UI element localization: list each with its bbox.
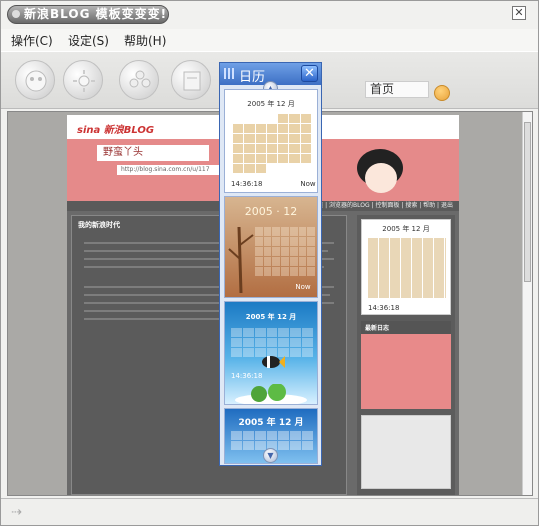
status-arrow-icon: ⇢ <box>11 505 22 520</box>
frame-tool-button[interactable] <box>171 60 211 100</box>
scroll-down-arrow-icon[interactable]: ▼ <box>263 448 278 463</box>
cartoon-face <box>365 163 397 193</box>
sidebar-news: 最新日志 <box>361 321 451 409</box>
menu-settings[interactable]: 设定(S) <box>68 32 109 49</box>
flower-icon <box>129 70 151 88</box>
go-icon[interactable] <box>434 85 450 101</box>
tree-icon <box>228 226 254 294</box>
fish-icon <box>262 356 285 368</box>
card1-grid <box>233 114 311 173</box>
card2-header: 2005 · 12 <box>244 205 298 218</box>
popup-title: 日历 <box>239 70 266 85</box>
window-title: 新浪BLOG 模板变变变! <box>7 5 169 24</box>
calendar-template-1[interactable]: 2005 年 12 月 14:36:18 Now <box>224 89 318 193</box>
card1-label: Now <box>300 180 316 188</box>
menu-bar: 操作(C) 设定(S) 帮助(H) <box>1 29 538 51</box>
island-icon <box>235 384 307 404</box>
sidebar-cal-header: 2005 年 12 月 <box>382 225 430 233</box>
card2-label: Now <box>295 283 311 291</box>
sun-icon <box>73 70 95 92</box>
sidebar-cal-time: 14:36:18 <box>368 304 400 312</box>
sun-tool-button[interactable] <box>63 60 103 100</box>
menu-help[interactable]: 帮助(H) <box>124 32 166 49</box>
status-bar: ⇢ <box>1 498 538 525</box>
music-player[interactable] <box>361 415 451 489</box>
face-icon <box>25 70 47 92</box>
flower-tool-button[interactable] <box>119 60 159 100</box>
window-close-button[interactable]: ✕ <box>512 6 526 20</box>
card4-header: 2005 年 12 月 <box>238 418 304 428</box>
news-title: 最新日志 <box>361 321 451 334</box>
card4-grid <box>231 431 313 450</box>
menu-operate[interactable]: 操作(C) <box>11 32 53 49</box>
sidebar-calendar: 2005 年 12 月 14:36:18 <box>361 219 451 315</box>
card3-grid <box>231 328 313 357</box>
card1-header: 2005 年 12 月 <box>247 100 295 108</box>
card3-time: 14:36:18 <box>231 372 263 380</box>
card1-time: 14:36:18 <box>231 180 263 188</box>
calendar-template-2[interactable]: 2005 · 12 Now <box>224 196 318 298</box>
app-window: 新浪BLOG 模板变变变! ✕ 操作(C) 设定(S) 帮助(H) 首页 sin… <box>0 0 539 526</box>
blog-name: 野蛮丫头 <box>97 145 209 161</box>
blog-url: http://blog.sina.com.cn/u/117 <box>117 165 229 175</box>
card3-header: 2005 年 12 月 <box>245 313 297 321</box>
frame-icon <box>183 71 201 91</box>
calendar-popup: 日历 ✕ ▲ 2005 年 12 月 14:36:18 Now 2005 · 1… <box>219 62 322 466</box>
calendar-template-3[interactable]: 2005 年 12 月 14:36:18 <box>224 301 318 405</box>
address-field[interactable]: 首页 <box>365 81 429 98</box>
blog-sidebar: 2005 年 12 月 14:36:18 最新日志 <box>357 215 455 495</box>
popup-close-button[interactable]: ✕ <box>301 65 318 82</box>
card2-grid <box>255 227 315 276</box>
face-tool-button[interactable] <box>15 60 55 100</box>
vertical-scrollbar[interactable] <box>522 112 532 495</box>
sidebar-cal-grid <box>368 238 446 298</box>
sina-logo: sina 新浪BLOG <box>77 125 155 136</box>
scroll-thumb[interactable] <box>524 122 531 282</box>
grid-icon <box>224 68 235 79</box>
